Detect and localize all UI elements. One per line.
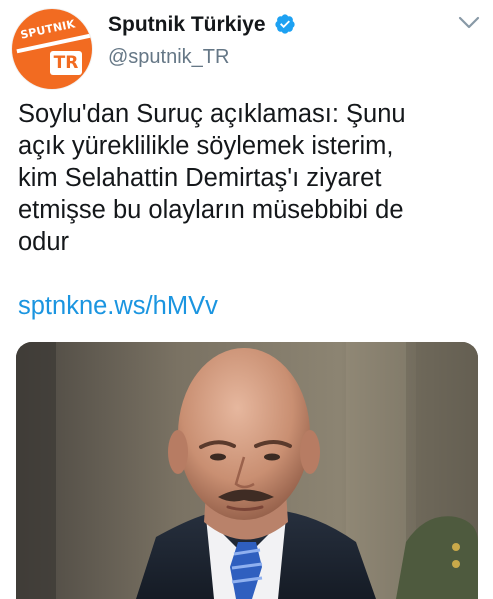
tweet-photo[interactable]: [16, 342, 478, 599]
account-handle[interactable]: @sputnik_TR: [108, 44, 296, 70]
photo-portrait-man: [16, 342, 478, 599]
tweet-text: Soylu'dan Suruç açıklaması: Şunu açık yü…: [18, 100, 406, 256]
avatar-badge: TR: [50, 51, 82, 75]
chevron-down-icon[interactable]: [458, 16, 480, 30]
verified-badge-icon: [275, 14, 295, 34]
sputnik-logo: SPUTNIK TR: [12, 9, 92, 89]
avatar[interactable]: SPUTNIK TR: [12, 9, 92, 89]
account-info[interactable]: Sputnik Türkiye @sputnik_TR: [108, 12, 296, 70]
tweet-header: SPUTNIK TR Sputnik Türkiye @sputnik_TR: [0, 0, 493, 90]
tweet-link[interactable]: sptnkne.ws/hMVv: [18, 290, 218, 322]
display-name[interactable]: Sputnik Türkiye: [108, 12, 266, 38]
